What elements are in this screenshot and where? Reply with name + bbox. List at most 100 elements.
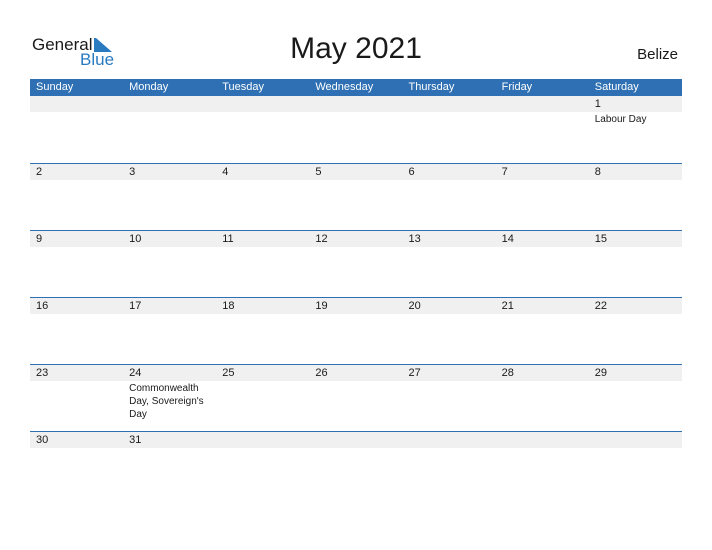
- week-row: 23 24 Commonwealth Day, Sovereign's Day 25 2…: [30, 364, 682, 431]
- day-cell: [403, 96, 496, 126]
- day-number: 22: [594, 300, 607, 312]
- day-number: 1: [594, 98, 601, 110]
- day-cell: 2: [30, 164, 123, 180]
- day-number: 12: [315, 233, 328, 245]
- week-row: 30 31: [30, 431, 682, 498]
- week-row: 2 3 4 5 6 7 8: [30, 163, 682, 230]
- day-cell: [496, 96, 589, 126]
- day-cell: 29: [589, 365, 682, 421]
- day-number: 20: [408, 300, 421, 312]
- day-number: 24: [129, 367, 142, 379]
- day-cell: 25: [216, 365, 309, 421]
- page-title: May 2021: [290, 32, 422, 65]
- day-number: 13: [408, 233, 421, 245]
- day-number: [502, 96, 589, 112]
- day-number: 9: [36, 233, 43, 245]
- weekday-wednesday: Wednesday: [315, 81, 374, 93]
- holiday-label: Labour Day: [594, 114, 647, 125]
- day-number: [36, 96, 123, 112]
- day-number: 4: [222, 166, 229, 178]
- day-cell: [496, 432, 589, 448]
- week-days: 30 31: [30, 432, 682, 448]
- day-number: 5: [315, 166, 322, 178]
- week-days: 16 17 18 19 20 21 22: [30, 298, 682, 314]
- day-number: 27: [408, 367, 421, 379]
- day-cell: [589, 432, 682, 448]
- week-days: 1 Labour Day: [30, 96, 682, 126]
- weekday-header: Sunday Monday Tuesday Wednesday Thursday…: [30, 79, 682, 96]
- day-cell: 3: [123, 164, 216, 180]
- day-cell: 18: [216, 298, 309, 314]
- day-cell: 31: [123, 432, 216, 448]
- day-number: 6: [408, 166, 415, 178]
- day-cell: [216, 96, 309, 126]
- day-number: 26: [315, 367, 328, 379]
- weekday-monday: Monday: [129, 81, 169, 93]
- day-number: 15: [594, 233, 607, 245]
- day-number: 8: [594, 166, 601, 178]
- day-cell: 14: [496, 231, 589, 247]
- day-cell: 11: [216, 231, 309, 247]
- week-days: 9 10 11 12 13 14 15: [30, 231, 682, 247]
- day-number: [409, 96, 496, 112]
- day-number: [502, 432, 589, 448]
- day-number: 3: [129, 166, 136, 178]
- day-number: 18: [222, 300, 235, 312]
- day-cell: 15: [589, 231, 682, 247]
- day-number: [129, 96, 216, 112]
- week-row: 16 17 18 19 20 21 22: [30, 297, 682, 364]
- day-cell: 12: [309, 231, 402, 247]
- day-cell: 23: [30, 365, 123, 421]
- day-number: 23: [36, 367, 49, 379]
- day-cell: 22: [589, 298, 682, 314]
- day-number: [222, 432, 309, 448]
- day-number: 7: [501, 166, 508, 178]
- day-cell: 16: [30, 298, 123, 314]
- day-number: 28: [501, 367, 514, 379]
- day-cell: 28: [496, 365, 589, 421]
- weeks-container: 1 Labour Day 2 3 4 5 6 7 8 9 10 11 12 13 14 15 16 17 18 19 2…: [30, 96, 682, 498]
- day-number: 19: [315, 300, 328, 312]
- day-cell: [30, 96, 123, 126]
- weekday-sunday: Sunday: [36, 81, 74, 93]
- calendar-grid: Sunday Monday Tuesday Wednesday Thursday…: [30, 79, 682, 498]
- day-number: 31: [129, 434, 142, 446]
- day-cell: 30: [30, 432, 123, 448]
- day-number: 10: [129, 233, 142, 245]
- day-cell: 8: [589, 164, 682, 180]
- day-cell: 6: [403, 164, 496, 180]
- day-cell: [309, 96, 402, 126]
- holiday-label: Commonwealth Day, Sovereign's Day: [129, 383, 204, 420]
- week-row: 1 Labour Day: [30, 96, 682, 163]
- day-cell: 7: [496, 164, 589, 180]
- day-number: 25: [222, 367, 235, 379]
- day-cell: 26: [309, 365, 402, 421]
- day-number: [315, 96, 402, 112]
- weekday-tuesday: Tuesday: [222, 81, 265, 93]
- day-number: 14: [501, 233, 514, 245]
- weekday-friday: Friday: [501, 81, 533, 93]
- day-number: 11: [222, 233, 234, 245]
- day-cell: 19: [309, 298, 402, 314]
- day-cell: [123, 96, 216, 126]
- day-number: [409, 432, 496, 448]
- weekday-saturday: Saturday: [594, 81, 639, 93]
- day-number: [595, 432, 682, 448]
- day-cell: 24 Commonwealth Day, Sovereign's Day: [123, 365, 216, 421]
- day-number: 2: [36, 166, 43, 178]
- day-number: [222, 96, 309, 112]
- day-cell: 1 Labour Day: [589, 96, 682, 126]
- day-cell: 13: [403, 231, 496, 247]
- day-number: [315, 432, 402, 448]
- day-number: 17: [129, 300, 142, 312]
- week-days: 23 24 Commonwealth Day, Sovereign's Day 25 2…: [30, 365, 682, 421]
- week-days: 2 3 4 5 6 7 8: [30, 164, 682, 180]
- day-cell: 21: [496, 298, 589, 314]
- day-cell: 5: [309, 164, 402, 180]
- day-cell: 4: [216, 164, 309, 180]
- day-cell: [309, 432, 402, 448]
- day-cell: 9: [30, 231, 123, 247]
- country-label: Belize: [637, 46, 678, 63]
- day-cell: 10: [123, 231, 216, 247]
- day-cell: [403, 432, 496, 448]
